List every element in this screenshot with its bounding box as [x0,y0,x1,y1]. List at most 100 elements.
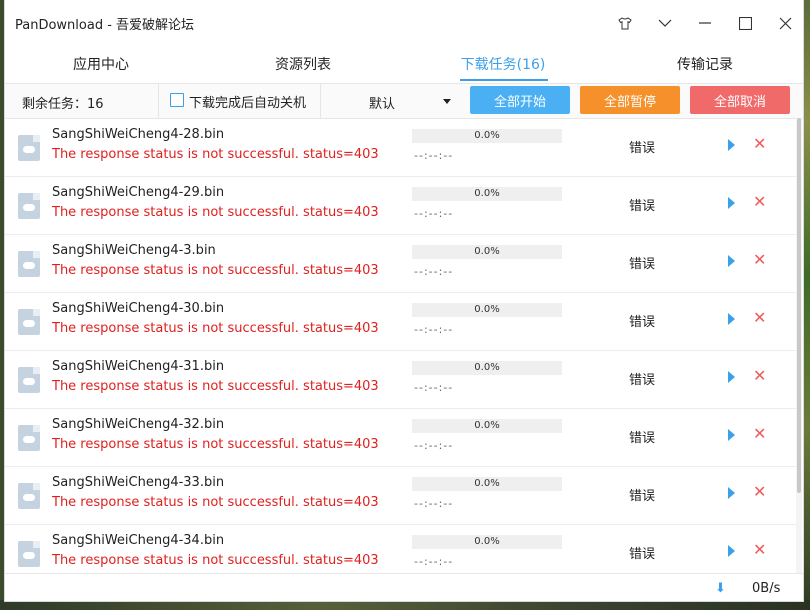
task-row[interactable]: SangShiWeiCheng4-29.bin The response sta… [5,176,796,235]
window-title: PanDownload - 吾爱破解论坛 [15,18,195,33]
pause-all-button[interactable]: 全部暂停 [580,86,680,114]
task-row[interactable]: SangShiWeiCheng4-32.bin The response sta… [5,408,796,467]
tab-app-center[interactable]: 应用中心 [41,54,161,74]
vertical-scrollbar[interactable] [796,118,802,573]
status-bar: ⬇ 0B/s [5,573,803,602]
task-filename: SangShiWeiCheng4-30.bin [52,301,225,316]
tab-download-tasks[interactable]: 下载任务(16) [443,54,563,74]
auto-shutdown-label[interactable]: 下载完成后自动关机 [189,92,306,111]
progress-percent: 0.0% [474,536,500,547]
play-icon[interactable] [728,139,735,151]
task-status: 错误 [629,257,656,272]
task-status: 错误 [629,315,656,330]
file-icon [18,425,40,451]
play-icon[interactable] [728,313,735,325]
file-icon [18,309,40,335]
divider [158,84,159,118]
task-eta: --:--:-- [414,149,454,162]
progress-percent: 0.0% [474,188,500,199]
progress-bar: 0.0% [412,477,562,491]
delete-icon[interactable]: ✕ [753,192,766,211]
progress-percent: 0.0% [474,246,500,257]
progress-bar: 0.0% [412,303,562,317]
task-eta: --:--:-- [414,497,454,510]
task-error-message: The response status is not successful. s… [52,147,379,162]
tab-resource-list[interactable]: 资源列表 [243,54,363,74]
auto-shutdown-checkbox[interactable] [170,93,184,107]
progress-percent: 0.0% [474,304,500,315]
scrollbar-thumb[interactable] [797,118,801,493]
maximize-icon[interactable] [732,10,758,36]
desktop-background-right [803,0,810,610]
play-icon[interactable] [728,371,735,383]
task-filename: SangShiWeiCheng4-33.bin [52,475,225,490]
delete-icon[interactable]: ✕ [753,366,766,385]
task-eta: --:--:-- [414,381,454,394]
chevron-down-icon[interactable] [652,10,678,36]
task-eta: --:--:-- [414,265,454,278]
progress-bar: 0.0% [412,419,562,433]
delete-icon[interactable]: ✕ [753,482,766,501]
delete-icon[interactable]: ✕ [753,540,766,559]
task-row[interactable]: SangShiWeiCheng4-30.bin The response sta… [5,292,796,351]
task-error-message: The response status is not successful. s… [52,321,379,336]
download-speed: 0B/s [752,581,781,596]
task-error-message: The response status is not successful. s… [52,553,379,568]
file-icon [18,135,40,161]
cancel-all-button[interactable]: 全部取消 [690,86,790,114]
task-filename: SangShiWeiCheng4-28.bin [52,127,225,142]
progress-bar: 0.0% [412,129,562,143]
progress-bar: 0.0% [412,535,562,549]
file-icon [18,193,40,219]
delete-icon[interactable]: ✕ [753,250,766,269]
sort-select[interactable]: 默认 [323,86,457,116]
close-icon[interactable] [772,10,798,36]
task-row[interactable]: SangShiWeiCheng4-31.bin The response sta… [5,350,796,409]
play-icon[interactable] [728,545,735,557]
remaining-tasks-label: 剩余任务：16 [22,97,104,112]
delete-icon[interactable]: ✕ [753,134,766,153]
task-filename: SangShiWeiCheng4-32.bin [52,417,225,432]
start-all-button[interactable]: 全部开始 [470,86,570,114]
task-toolbar: 剩余任务：16 下载完成后自动关机 默认 全部开始 全部暂停 全部取消 [5,83,803,119]
task-error-message: The response status is not successful. s… [52,379,379,394]
delete-icon[interactable]: ✕ [753,308,766,327]
task-row[interactable]: SangShiWeiCheng4-33.bin The response sta… [5,466,796,525]
file-icon [18,483,40,509]
play-icon[interactable] [728,255,735,267]
task-status: 错误 [629,199,656,214]
task-eta: --:--:-- [414,439,454,452]
divider [320,84,321,118]
progress-percent: 0.0% [474,362,500,373]
task-filename: SangShiWeiCheng4-31.bin [52,359,225,374]
task-error-message: The response status is not successful. s… [52,495,379,510]
main-tabs: 应用中心 资源列表 下载任务(16) 传输记录 [5,46,803,82]
shirt-icon[interactable] [612,10,638,36]
delete-icon[interactable]: ✕ [753,424,766,443]
active-tab-indicator [460,79,548,81]
task-list: SangShiWeiCheng4-28.bin The response sta… [5,118,796,573]
task-eta: --:--:-- [414,207,454,220]
task-eta: --:--:-- [414,323,454,336]
play-icon[interactable] [728,197,735,209]
task-error-message: The response status is not successful. s… [52,437,379,452]
file-icon [18,541,40,567]
task-row[interactable]: SangShiWeiCheng4-34.bin The response sta… [5,524,796,573]
task-status: 错误 [629,547,656,562]
play-icon[interactable] [728,429,735,441]
task-status: 错误 [629,489,656,504]
dropdown-arrow-icon [443,99,451,104]
progress-percent: 0.0% [474,420,500,431]
progress-bar: 0.0% [412,187,562,201]
task-filename: SangShiWeiCheng4-29.bin [52,185,225,200]
play-icon[interactable] [728,487,735,499]
task-row[interactable]: SangShiWeiCheng4-28.bin The response sta… [5,118,796,177]
task-status: 错误 [629,373,656,388]
task-eta: --:--:-- [414,555,454,568]
progress-bar: 0.0% [412,361,562,375]
tab-transfer-history[interactable]: 传输记录 [645,54,765,74]
task-filename: SangShiWeiCheng4-3.bin [52,243,216,258]
task-row[interactable]: SangShiWeiCheng4-3.bin The response stat… [5,234,796,293]
progress-bar: 0.0% [412,245,562,259]
minimize-icon[interactable] [692,10,718,36]
